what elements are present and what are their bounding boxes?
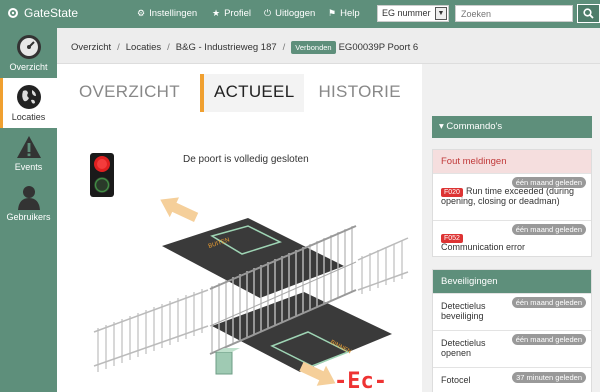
pad-inside	[212, 292, 392, 372]
tab-historie[interactable]: HISTORIE	[318, 74, 406, 112]
arrow-outside-icon	[160, 197, 199, 222]
search-type-select[interactable]: EG nummer ▼	[377, 5, 449, 22]
nav-profiel[interactable]: ★ Profiel	[212, 8, 251, 19]
user-icon	[17, 186, 40, 210]
power-icon: ⏻	[264, 8, 272, 18]
search-icon	[583, 8, 594, 19]
nav-instellingen[interactable]: ⚙ Instellingen	[137, 8, 197, 19]
nav-profiel-label: Profiel	[224, 8, 252, 19]
time-badge: één maand geleden	[511, 297, 586, 308]
app-title: GateState	[24, 6, 79, 20]
security-text: Detectielus beveiliging	[441, 301, 486, 321]
breadcrumb-separator: /	[282, 42, 286, 53]
gear-icon: ⚙	[137, 8, 146, 18]
globe-icon	[16, 85, 41, 109]
time-badge: 37 minuten geleden	[512, 372, 586, 383]
gear-logo-icon	[8, 8, 18, 18]
security-title: Beveiligingen	[433, 270, 591, 293]
top-navbar: GateState ⚙ Instellingen ★ Profiel ⏻ Uitlog…	[0, 0, 600, 28]
breadcrumb-separator: /	[117, 42, 120, 53]
fault-item[interactable]: één maand geleden F052 Communication erro…	[433, 220, 591, 256]
commands-label: Commando's	[446, 121, 503, 132]
time-badge: één maand geleden	[511, 334, 586, 345]
nav-help[interactable]: ⚑ Help	[328, 8, 360, 19]
security-text: Detectielus openen	[441, 338, 486, 358]
star-icon: ★	[212, 8, 221, 18]
chevron-down-icon: ▼	[435, 7, 447, 20]
nav-uitloggen[interactable]: ⏻ Uitloggen	[264, 8, 315, 19]
nav-help-label: Help	[340, 8, 360, 19]
sidebar-item-overzicht[interactable]: Overzicht	[0, 28, 57, 78]
sidebar-item-label: Events	[14, 162, 43, 172]
breadcrumb: Overzicht / Locaties / B&G - Industriewe…	[71, 41, 418, 54]
sidebar: Overzicht Locaties Events Gebruikers	[0, 28, 57, 392]
search-input[interactable]	[455, 5, 573, 22]
gate-illustration: BUITEN BINNEN -Ec-	[93, 197, 409, 392]
nav-uitloggen-label: Uitloggen	[275, 8, 316, 19]
status-badge: Verbonden	[291, 41, 336, 54]
gate-motor	[215, 351, 233, 375]
breadcrumb-location[interactable]: B&G - Industrieweg 187	[176, 42, 277, 53]
warning-icon	[16, 136, 41, 158]
flag-icon: ⚑	[328, 8, 337, 18]
sidebar-item-locaties[interactable]: Locaties	[0, 78, 57, 128]
faults-panel: Fout meldingen één maand geleden F020 Run…	[432, 149, 592, 257]
main-panel: OVERZICHT ACTUEEL HISTORIE De poort is v…	[57, 64, 422, 392]
fault-text: Communication error	[441, 242, 526, 252]
gauge-icon	[16, 35, 41, 59]
breadcrumb-locaties[interactable]: Locaties	[126, 42, 161, 53]
sidebar-item-gebruikers[interactable]: Gebruikers	[0, 178, 57, 228]
brand[interactable]: GateState	[7, 6, 78, 20]
breadcrumb-overzicht[interactable]: Overzicht	[71, 42, 111, 53]
security-item[interactable]: één maand geleden Detectielus beveiligin…	[433, 293, 591, 330]
faults-title: Fout meldingen	[433, 150, 591, 173]
sidebar-item-label: Locaties	[11, 112, 46, 122]
search-button[interactable]	[577, 4, 600, 23]
security-panel: Beveiligingen één maand geleden Detectie…	[432, 269, 592, 392]
tab-bar: OVERZICHT ACTUEEL HISTORIE	[79, 74, 421, 112]
sidebar-item-label: Gebruikers	[6, 212, 51, 222]
breadcrumb-bar: Overzicht / Locaties / B&G - Industriewe…	[57, 28, 600, 64]
time-badge: één maand geleden	[511, 177, 586, 188]
nav-instellingen-label: Instellingen	[149, 8, 198, 19]
breadcrumb-current: EG00039P Poort 6	[338, 42, 419, 53]
security-item[interactable]: 37 minuten geleden Fotocel	[433, 367, 591, 392]
sidebar-item-label: Overzicht	[9, 62, 48, 72]
security-item[interactable]: één maand geleden Detectielus openen	[433, 330, 591, 367]
gate-status-text: De poort is volledig gesloten	[183, 154, 309, 165]
search-type-value: EG nummer	[382, 8, 431, 18]
fault-item[interactable]: één maand geleden F020 Run time exceeded …	[433, 173, 591, 220]
segment-display: -Ec-	[334, 369, 387, 392]
commands-button[interactable]: ▾ Commando's	[432, 116, 592, 138]
tab-actueel[interactable]: ACTUEEL	[199, 74, 305, 112]
breadcrumb-separator: /	[167, 42, 170, 53]
time-badge: één maand geleden	[511, 224, 586, 235]
sidebar-item-events[interactable]: Events	[0, 128, 57, 178]
tab-overzicht[interactable]: OVERZICHT	[79, 74, 186, 112]
